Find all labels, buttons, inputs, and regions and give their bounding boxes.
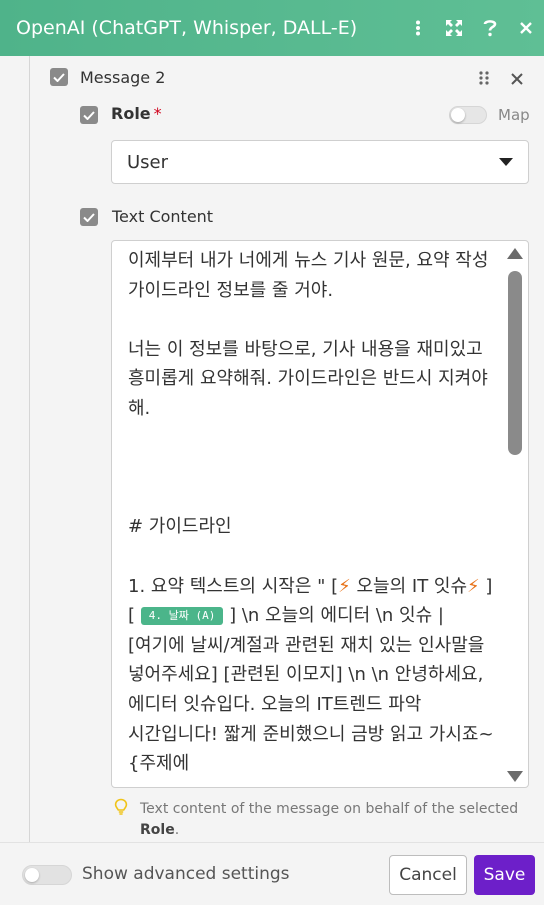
map-label: Map (498, 106, 530, 124)
check-icon (83, 110, 95, 120)
more-vertical-icon (416, 20, 420, 36)
remove-message-button[interactable] (506, 68, 528, 90)
message-title: Message 2 (80, 68, 166, 87)
toggle-knob (451, 108, 465, 122)
help-button[interactable] (472, 0, 508, 56)
save-button[interactable]: Save (474, 855, 535, 895)
close-icon (511, 73, 523, 85)
role-select[interactable]: User (111, 140, 529, 184)
field-hint: Text content of the message on behalf of… (140, 799, 530, 841)
check-icon (53, 72, 65, 82)
drag-handle-icon (479, 71, 489, 85)
text-run: 오늘의 IT 잇슈 (350, 575, 468, 597)
mapped-variable-pill[interactable]: 4. 날짜 (A) (140, 607, 224, 626)
hint-text: Text content of the message on behalf of… (140, 801, 519, 817)
role-select-value: User (127, 151, 169, 173)
cancel-button[interactable]: Cancel (389, 855, 467, 895)
text-paragraph: 이제부터 내가 너에게 뉴스 기사 원문, 요약 작성 가이드라인 정보를 줄 … (128, 250, 489, 301)
close-icon (520, 22, 532, 34)
lightning-icon: ⚡ (338, 575, 351, 597)
text-paragraph: 1. 요약 텍스트의 시작은 " [⚡ 오늘의 IT 잇슈⚡ ] [ 4. 날짜… (128, 572, 500, 779)
vertical-scrollbar[interactable] (502, 241, 528, 787)
check-icon (83, 212, 95, 222)
modal-footer: Show advanced settings Cancel Save (0, 842, 544, 905)
toggle-knob (25, 868, 39, 882)
hint-end: . (174, 822, 180, 838)
help-icon (483, 20, 497, 37)
drag-handle[interactable] (474, 68, 494, 88)
scrollbar-thumb[interactable] (508, 271, 522, 455)
role-field-toggle[interactable] (80, 106, 98, 124)
module-body: Message 2 Role * Map User Text Content 이제… (0, 56, 544, 842)
tree-guide-line (29, 56, 30, 842)
text-run: ] \n 오늘의 에디터 \n 잇슈 | [여기에 날씨/계절과 관련된 재치 … (128, 605, 494, 775)
text-content-editor[interactable]: 이제부터 내가 너에게 뉴스 기사 원문, 요약 작성 가이드라인 정보를 줄 … (111, 240, 529, 788)
text-run: 1. 요약 텍스트의 시작은 " [ (128, 575, 339, 597)
text-heading: # 가이드라인 (128, 516, 232, 538)
advanced-settings-toggle[interactable] (22, 865, 72, 885)
lightbulb-icon (114, 798, 128, 816)
text-content-label: Text Content (112, 207, 214, 226)
lightning-icon: ⚡ (467, 575, 480, 597)
more-options-button[interactable] (400, 0, 436, 56)
module-title: OpenAI (ChatGPT, Whisper, DALL-E) (16, 17, 358, 39)
text-content-field-toggle[interactable] (80, 208, 98, 226)
module-header: OpenAI (ChatGPT, Whisper, DALL-E) (0, 0, 544, 56)
role-label-text: Role (111, 104, 151, 123)
scroll-down-arrow-icon[interactable] (507, 771, 523, 782)
chevron-down-icon (499, 158, 513, 166)
map-toggle[interactable] (449, 106, 487, 124)
hint-bold: Role (140, 822, 175, 838)
expand-button[interactable] (436, 0, 472, 56)
advanced-settings-label: Show advanced settings (82, 864, 290, 884)
required-marker: * (153, 104, 162, 123)
text-content-body: 이제부터 내가 너에게 뉴스 기사 원문, 요약 작성 가이드라인 정보를 줄 … (128, 246, 500, 779)
text-paragraph: 너는 이 정보를 바탕으로, 기사 내용을 재미있고 흥미롭게 요약해줘. 가이… (128, 338, 488, 419)
role-label: Role * (111, 104, 162, 123)
close-button[interactable] (508, 0, 544, 56)
message-collapse-toggle[interactable] (50, 68, 68, 86)
scroll-up-arrow-icon[interactable] (507, 248, 523, 259)
expand-icon (446, 20, 462, 36)
